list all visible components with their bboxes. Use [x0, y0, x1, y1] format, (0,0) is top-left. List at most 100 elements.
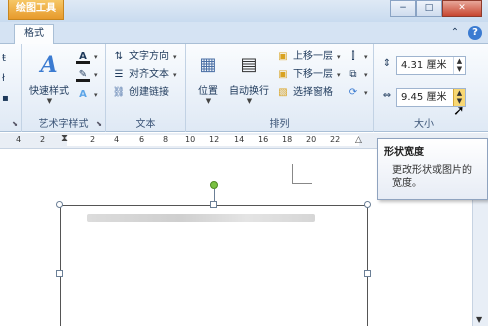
- restore-button[interactable]: □: [416, 0, 442, 17]
- ruler-tick: 4: [114, 135, 120, 144]
- shape-height-value: 4.31 厘米: [401, 60, 447, 71]
- arrange-group-label: 排列: [269, 119, 290, 130]
- mouse-cursor-icon: ➚: [453, 103, 465, 119]
- ribbon-tab-row: 格式 ⌃ ?: [0, 22, 488, 44]
- right-indent-marker-icon[interactable]: △: [355, 135, 362, 145]
- resize-handle-top[interactable]: [210, 201, 217, 208]
- group-button[interactable]: ⧉ ▾: [346, 66, 368, 84]
- dialog-launcher-icon[interactable]: ⬊: [96, 120, 102, 128]
- close-button[interactable]: ✕: [442, 0, 482, 17]
- wrap-text-button[interactable]: ▤ 自动换行 ▼: [226, 50, 272, 105]
- chevron-down-icon: ▾: [364, 89, 368, 97]
- send-backward-label: 下移一层: [293, 69, 333, 80]
- selection-pane-icon: ▧: [278, 87, 288, 98]
- text-outline-icon: ✎: [76, 68, 90, 82]
- wordart-group-label: 艺术字样式: [38, 119, 89, 130]
- scroll-down-icon[interactable]: ▼: [476, 315, 482, 324]
- partial-item-1[interactable]: ŧ: [2, 50, 6, 68]
- wrap-text-icon: ▤: [240, 54, 258, 75]
- create-link-label: 创建链接: [129, 87, 169, 98]
- rotate-icon: ⟳: [348, 87, 358, 98]
- minimize-button[interactable]: −: [390, 0, 416, 17]
- tab-format[interactable]: 格式: [14, 24, 54, 44]
- page-corner-mark: [292, 164, 312, 184]
- text-outline-button[interactable]: ✎ ▾: [76, 66, 98, 84]
- text-fill-button[interactable]: A ▾: [76, 48, 98, 66]
- ruler-tick: 2: [40, 135, 46, 144]
- ribbon: ŧ ł ▪ ⬊ A 快速样式 ▼ A ▾ ✎ ▾ A ▾ 艺术字样式 ⬊ ⇅ 文字方向…: [0, 44, 488, 132]
- blurred-text-content: [87, 214, 315, 222]
- rotation-handle[interactable]: [210, 181, 218, 189]
- partial-item-3[interactable]: ▪: [2, 90, 9, 108]
- chevron-down-icon: ▾: [337, 71, 341, 79]
- text-direction-icon: ⇅: [114, 51, 124, 62]
- help-icon[interactable]: ?: [468, 26, 482, 40]
- quick-styles-label: 快速样式: [29, 86, 69, 97]
- partial-group: ŧ ł ▪ ⬊: [0, 44, 22, 132]
- resize-handle-top-left[interactable]: [56, 201, 63, 208]
- text-effects-button[interactable]: A ▾: [76, 86, 98, 104]
- create-link-button[interactable]: ⛓ 创建链接: [112, 84, 169, 102]
- ruler-tick: 12: [209, 135, 220, 144]
- chevron-down-icon: ▼: [246, 97, 253, 105]
- send-backward-button[interactable]: ▣ 下移一层 ▾: [276, 66, 341, 84]
- ruler-tick: 14: [234, 135, 245, 144]
- text-fill-icon: A: [76, 50, 90, 64]
- indent-marker-icon[interactable]: ⧗: [61, 133, 68, 144]
- tooltip-description: 更改形状或图片的宽度。: [392, 165, 472, 189]
- ruler-tick: 10: [185, 135, 196, 144]
- wrap-text-label: 自动换行: [229, 86, 269, 97]
- dialog-launcher-icon[interactable]: ⬊: [12, 120, 18, 128]
- bring-forward-button[interactable]: ▣ 上移一层 ▾: [276, 48, 340, 66]
- resize-handle-right[interactable]: [364, 270, 371, 277]
- text-effects-icon: A: [79, 89, 87, 100]
- chevron-down-icon: ▾: [94, 91, 98, 99]
- quick-styles-icon: A: [40, 52, 58, 78]
- text-group-label: 文本: [135, 119, 156, 130]
- window-controls: − □ ✕: [390, 0, 482, 17]
- ruler-tick: 6: [139, 135, 145, 144]
- chevron-down-icon: ▼: [46, 97, 53, 105]
- link-icon: ⛓: [112, 87, 126, 98]
- quick-styles-button[interactable]: A 快速样式 ▼: [26, 50, 72, 105]
- title-bar: 绘图工具 − □ ✕: [0, 0, 488, 22]
- selected-text-box[interactable]: [60, 205, 368, 326]
- resize-handle-left[interactable]: [56, 270, 63, 277]
- ruler-tick: 2: [90, 135, 96, 144]
- height-spinner[interactable]: ▲ ▼: [453, 57, 465, 74]
- chevron-down-icon: ▾: [173, 71, 177, 79]
- shape-height-input[interactable]: 4.31 厘米 ▲ ▼: [396, 56, 466, 75]
- align-button[interactable]: ⫿ ▾: [346, 48, 367, 66]
- wordart-styles-group: A 快速样式 ▼ A ▾ ✎ ▾ A ▾ 艺术字样式 ⬊: [22, 44, 106, 132]
- selection-pane-label: 选择窗格: [293, 87, 333, 98]
- align-text-label: 对齐文本: [129, 69, 169, 80]
- position-icon: ▦: [199, 54, 217, 75]
- position-button[interactable]: ▦ 位置 ▼: [192, 50, 224, 105]
- rotate-button[interactable]: ⟳ ▾: [346, 84, 368, 102]
- align-icon: ⫿: [351, 51, 355, 62]
- chevron-down-icon: ▾: [94, 53, 98, 61]
- text-direction-button[interactable]: ⇅ 文字方向 ▾: [112, 48, 177, 66]
- ruler-tick: 4: [16, 135, 22, 144]
- ruler-tick: 16: [258, 135, 269, 144]
- text-direction-label: 文字方向: [129, 51, 169, 62]
- chevron-down-icon: ▾: [173, 53, 177, 61]
- partial-item-2[interactable]: ł: [2, 70, 5, 88]
- height-icon: ⇕: [382, 58, 392, 69]
- selection-pane-button[interactable]: ▧ 选择窗格: [276, 84, 333, 102]
- collapse-ribbon-icon[interactable]: ⌃: [448, 26, 462, 40]
- send-backward-icon: ▣: [278, 69, 288, 80]
- chevron-down-icon: ▾: [364, 71, 368, 79]
- arrange-group: ▦ 位置 ▼ ▤ 自动换行 ▼ ▣ 上移一层 ▾ ▣ 下移一层 ▾ ▧ 选择窗格…: [186, 44, 374, 132]
- ruler-tick: 22: [330, 135, 341, 144]
- text-group: ⇅ 文字方向 ▾ ☰ 对齐文本 ▾ ⛓ 创建链接 文本: [106, 44, 186, 132]
- shape-width-tooltip: 形状宽度 更改形状或图片的宽度。: [377, 138, 488, 200]
- ruler-tick: 20: [306, 135, 317, 144]
- align-text-button[interactable]: ☰ 对齐文本 ▾: [112, 66, 177, 84]
- resize-handle-top-right[interactable]: [364, 201, 371, 208]
- chevron-down-icon: ▾: [94, 71, 98, 79]
- drawing-tools-context-label: 绘图工具: [8, 0, 64, 20]
- bring-forward-icon: ▣: [278, 51, 288, 62]
- bring-forward-label: 上移一层: [293, 51, 333, 62]
- position-label: 位置: [198, 86, 218, 97]
